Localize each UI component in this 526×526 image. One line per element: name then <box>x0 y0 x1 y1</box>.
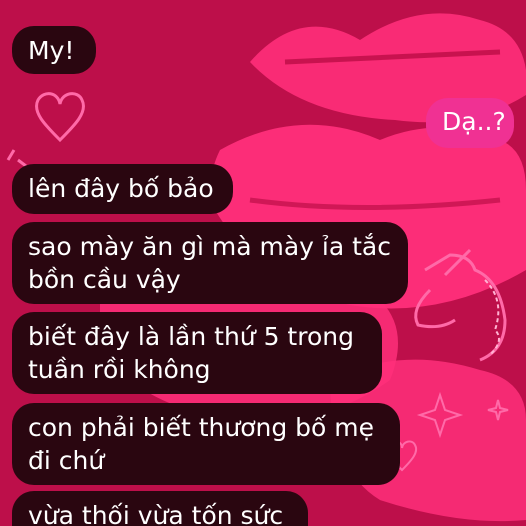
chat-thread: My! Dạ..? lên đây bố bảo sao mày ăn gì m… <box>0 0 526 526</box>
message-bubble[interactable]: biết đây là lần thứ 5 trong tuần rồi khô… <box>12 312 382 394</box>
message-bubble[interactable]: sao mày ăn gì mà mày ỉa tắc bồn cầu vậy <box>12 222 408 304</box>
message-bubble[interactable]: con phải biết thương bố mẹ đi chứ <box>12 403 400 485</box>
message-bubble[interactable]: My! <box>12 26 96 74</box>
message-bubble[interactable]: lên đây bố bảo <box>12 164 233 214</box>
message-bubble-sent[interactable]: Dạ..? <box>426 98 514 148</box>
message-bubble[interactable]: vừa thối vừa tốn sức <box>12 491 308 526</box>
